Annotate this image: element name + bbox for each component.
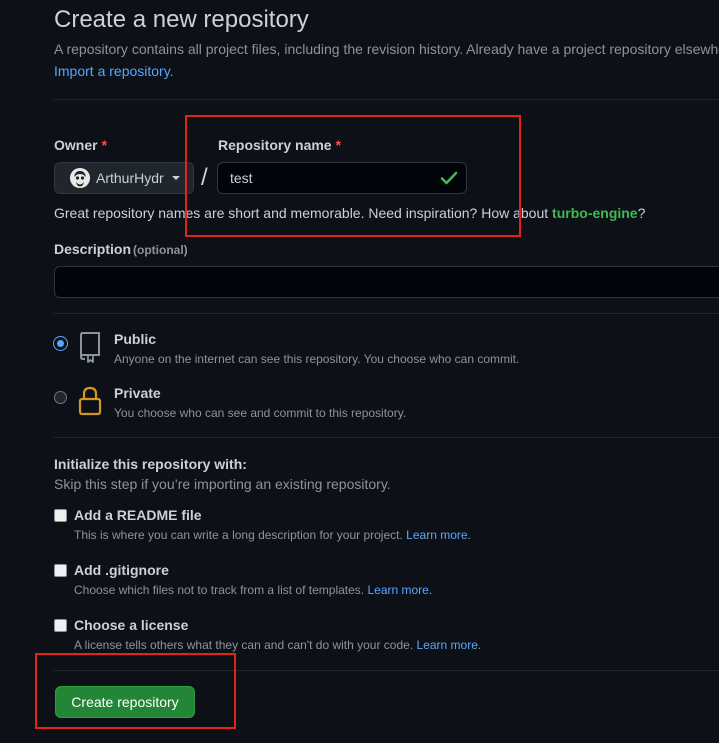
readme-title: Add a README file (74, 507, 202, 523)
page-lead-text: A repository contains all project files,… (54, 41, 719, 57)
gitignore-checkbox[interactable] (54, 564, 67, 577)
public-radio[interactable] (53, 336, 68, 351)
private-option-title: Private (114, 385, 161, 401)
owner-repo-separator: / (201, 164, 208, 191)
divider (54, 313, 719, 314)
owner-select-button[interactable]: ArthurHydr (54, 162, 194, 194)
check-icon (440, 171, 458, 185)
initialize-subtitle: Skip this step if you’re importing an ex… (54, 476, 391, 492)
lock-icon (78, 386, 102, 416)
required-mark: * (101, 137, 108, 153)
name-suggestion-link[interactable]: turbo-engine (552, 205, 638, 221)
public-option-title: Public (114, 331, 157, 347)
readme-description: This is where you can write a long descr… (74, 528, 471, 542)
description-label: Description (optional) (54, 241, 188, 257)
page-title: Create a new repository (54, 6, 309, 33)
private-radio[interactable] (54, 391, 67, 404)
gitignore-title: Add .gitignore (74, 562, 169, 578)
avatar (70, 168, 90, 188)
import-repository-link[interactable]: Import a repository. (54, 64, 174, 78)
readme-checkbox[interactable] (54, 509, 67, 522)
repository-name-label: Repository name * (218, 137, 342, 153)
repository-name-input[interactable] (217, 162, 467, 194)
license-learn-more-link[interactable]: Learn more. (417, 638, 482, 652)
license-title: Choose a license (74, 617, 189, 633)
divider (54, 670, 719, 671)
divider (54, 437, 719, 438)
create-repository-button[interactable]: Create repository (55, 686, 195, 718)
gitignore-learn-more-link[interactable]: Learn more. (367, 583, 432, 597)
divider (54, 99, 719, 100)
readme-learn-more-link[interactable]: Learn more. (406, 528, 471, 542)
private-option-description: You choose who can see and commit to thi… (114, 406, 407, 420)
caret-down-icon (171, 176, 180, 180)
required-mark: * (335, 137, 342, 153)
license-checkbox[interactable] (54, 619, 67, 632)
public-option-description: Anyone on the internet can see this repo… (114, 352, 520, 366)
license-description: A license tells others what they can and… (74, 638, 482, 652)
repo-icon (79, 332, 100, 363)
owner-label: Owner * (54, 137, 108, 153)
repository-name-hint: Great repository names are short and mem… (54, 205, 646, 221)
description-input[interactable] (54, 266, 719, 298)
gitignore-description: Choose which files not to track from a l… (74, 583, 433, 597)
optional-tag: (optional) (133, 243, 188, 257)
owner-name: ArthurHydr (96, 170, 164, 186)
initialize-title: Initialize this repository with: (54, 456, 247, 472)
